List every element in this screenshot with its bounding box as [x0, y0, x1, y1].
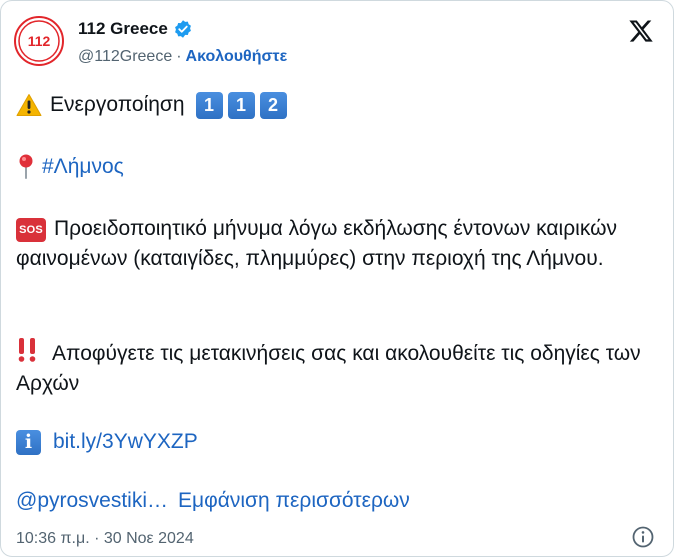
avatar-logo-icon: 112 [18, 20, 60, 62]
display-name[interactable]: 112 Greece [78, 19, 168, 39]
follow-link[interactable]: Ακολουθήστε [186, 48, 288, 66]
hashtag-link[interactable]: #Λήμνος [42, 152, 124, 182]
shortlink[interactable]: bit.ly/3YwYXZP [53, 427, 198, 457]
avatar[interactable]: 112 [14, 16, 64, 66]
warning-icon [16, 94, 42, 116]
show-more-link[interactable]: Εμφάνιση περισσότερων [178, 486, 410, 516]
hashtag-line: #Λήμνος [16, 152, 124, 182]
shortlink-line: i bit.ly/3YwYXZP [16, 427, 198, 457]
advice-text: Αποφύγετε τις μετακινήσεις σας και ακολο… [16, 342, 641, 395]
keycap-1-second: 1 [227, 91, 255, 119]
mention-link[interactable]: @pyrosvestiki… [16, 486, 168, 516]
warning-paragraph: SOS Προειδοποιητικό μήνυμα λόγω εκδήλωσης… [16, 214, 656, 274]
x-logo-icon[interactable] [627, 18, 655, 44]
advice-paragraph: Αποφύγετε τις μετακινήσεις σας και ακολο… [16, 337, 656, 399]
round-pushpin-icon [19, 154, 33, 179]
sos-icon: SOS [16, 218, 46, 242]
activation-line: Ενεργοποίηση 1 1 2 [16, 90, 287, 120]
verified-badge-icon [174, 20, 191, 38]
activation-text: Ενεργοποίηση [50, 93, 185, 116]
tweet-embed-card: 112 112 Greece @112Greece · Ακολουθήστε … [0, 0, 674, 557]
author-handle-row: @112Greece · Ακολουθήστε [78, 48, 287, 66]
information-icon: i [16, 429, 41, 455]
double-exclamation-icon [18, 338, 36, 362]
timestamp[interactable]: 10:36 π.μ. · 30 Νοε 2024 [16, 530, 194, 548]
keycap-2: 2 [259, 91, 287, 119]
show-more-row: @pyrosvestiki… Εμφάνιση περισσότερων [16, 486, 410, 516]
warning-text: Προειδοποιητικό μήνυμα λόγω εκδήλωσης έν… [16, 217, 617, 270]
handle[interactable]: @112Greece [78, 48, 172, 66]
author-name-row: 112 Greece [78, 19, 193, 39]
info-circle-icon[interactable] [631, 525, 655, 549]
avatar-text: 112 [28, 33, 51, 49]
separator: · [176, 48, 182, 65]
keycap-1: 1 [195, 91, 223, 119]
